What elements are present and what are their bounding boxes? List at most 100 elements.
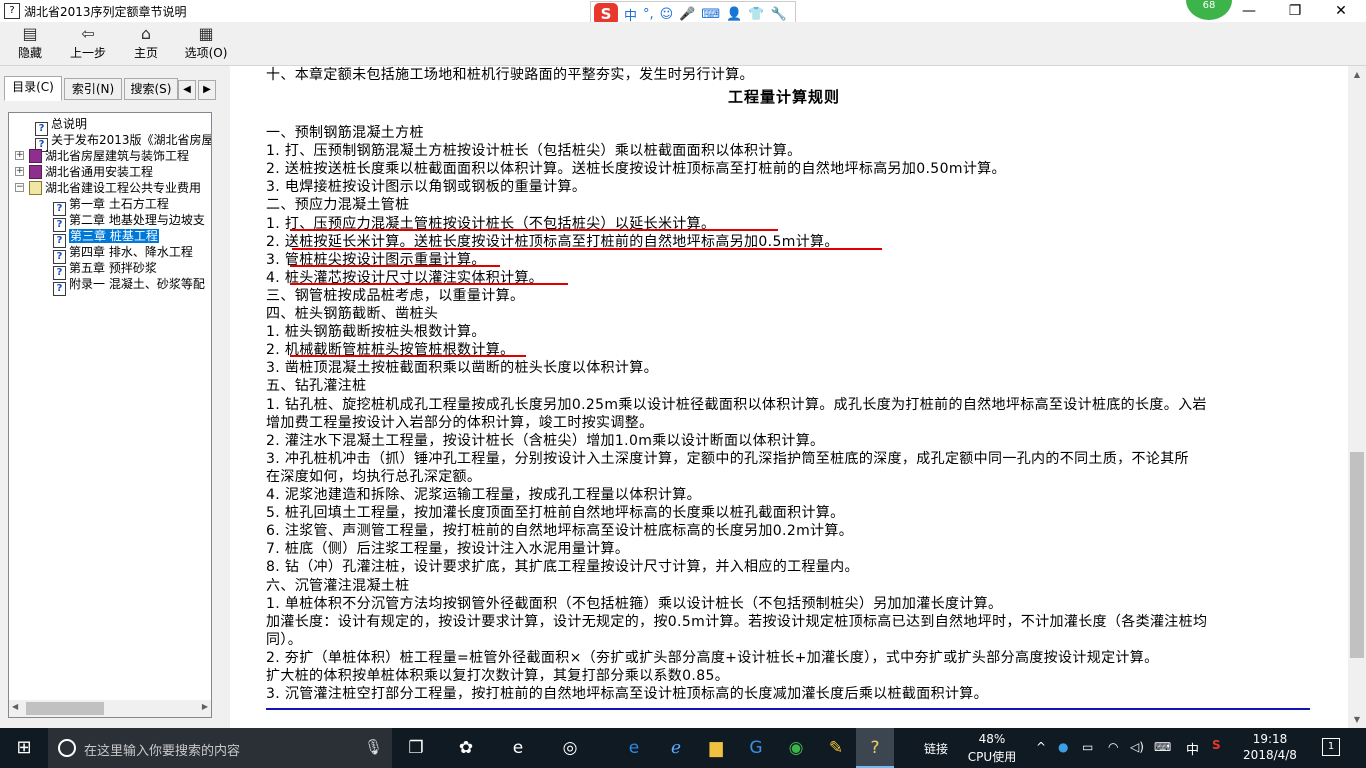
- tree-expander-icon[interactable]: +: [15, 167, 24, 176]
- ime-settings-icon[interactable]: 🔧: [771, 7, 787, 22]
- red-underline-annotation: [292, 248, 882, 250]
- input-language[interactable]: 中: [1186, 739, 1199, 758]
- ime-skin-icon[interactable]: 👕: [748, 7, 764, 22]
- tree-item[interactable]: ? 第一章 土石方工程: [53, 196, 169, 216]
- contents-tree[interactable]: ? 总说明? 关于发布2013版《湖北省房屋 + 湖北省房屋建筑与装饰工程 + 湖北省通用安…: [8, 112, 212, 718]
- tree-item[interactable]: 湖北省房屋建筑与装饰工程: [29, 148, 189, 164]
- pinwheel-app-icon[interactable]: ✿: [454, 736, 478, 760]
- options-label: 选项(O): [184, 46, 228, 60]
- tree-item[interactable]: ? 第五章 预拌砂浆: [53, 260, 157, 280]
- green-app-icon[interactable]: ◉: [784, 736, 808, 760]
- taskbar-search-placeholder: 在这里输入你要搜索的内容: [84, 744, 241, 759]
- taskbar-search[interactable]: 在这里输入你要搜索的内容 🎙: [48, 728, 392, 768]
- scroll-down-icon[interactable]: ▼: [1348, 711, 1366, 728]
- content-line: 2. 灌注水下混凝土工程量，按设计桩长（含桩尖）增加1.0m乘以设计断面以体积计…: [266, 433, 825, 449]
- clock-date[interactable]: 2018/4/8: [1240, 748, 1300, 762]
- tree-scroll-thumb[interactable]: [26, 702, 104, 715]
- tree-horizontal-scrollbar[interactable]: ◀ ▶: [9, 700, 211, 717]
- hide-button[interactable]: ▤ 隐藏: [8, 24, 52, 64]
- tree-scroll-right-icon[interactable]: ▶: [202, 702, 208, 711]
- tree-item-label: 湖北省房屋建筑与装饰工程: [45, 149, 190, 163]
- sogou-tray-icon[interactable]: S: [1212, 738, 1221, 752]
- notes-app-icon[interactable]: ✎: [824, 736, 848, 760]
- ime-voice-icon[interactable]: 🎤: [679, 7, 695, 22]
- ime-punctuation-icon[interactable]: °,: [643, 7, 654, 22]
- content-line: 六、沉管灌注混凝土桩: [266, 578, 410, 594]
- tree-item[interactable]: 湖北省建设工程公共专业费用: [29, 180, 201, 196]
- 360-browser-icon[interactable]: ◎: [558, 736, 582, 760]
- navigation-pane: 目录(C) 索引(N) 搜索(S) ◀ ▶ ? 总说明? 关于发布2013版《湖北省…: [0, 70, 226, 728]
- glodon-app-icon[interactable]: G: [744, 736, 768, 760]
- section-heading: 工程量计算规则: [728, 88, 841, 106]
- tree-expander-icon[interactable]: +: [15, 151, 24, 160]
- windows-start-icon[interactable]: ⊞: [0, 728, 48, 768]
- ime-emoji-icon[interactable]: ☺: [660, 7, 674, 22]
- tree-item[interactable]: ? 总说明: [35, 116, 87, 136]
- edge-icon[interactable]: e: [622, 736, 646, 760]
- tree-item[interactable]: ? 第四章 排水、降水工程: [53, 244, 193, 264]
- edge-browser-icon[interactable]: e: [506, 736, 530, 760]
- scroll-thumb[interactable]: [1350, 452, 1364, 658]
- ime-user-icon[interactable]: 👤: [726, 7, 742, 22]
- red-underline-annotation: [290, 229, 778, 231]
- help-app-icon: ?: [4, 3, 20, 19]
- tree-item[interactable]: ? 第三章 桩基工程: [53, 228, 159, 248]
- ime-chinese-mode[interactable]: 中: [624, 5, 637, 24]
- clock-time[interactable]: 19:18: [1246, 732, 1294, 746]
- notification-center-icon[interactable]: 1: [1322, 738, 1340, 756]
- tab-scroll-right-icon[interactable]: ▶: [198, 80, 216, 100]
- tray-app-icon[interactable]: ▭: [1082, 740, 1093, 754]
- content-scrollbar[interactable]: ▲ ▼: [1348, 66, 1366, 728]
- tree-expander-icon[interactable]: −: [15, 183, 24, 192]
- scroll-up-icon[interactable]: ▲: [1348, 66, 1366, 83]
- volume-icon[interactable]: ◁): [1130, 740, 1144, 754]
- content-line: 1. 打、压预制钢筋混凝土方桩按设计桩长（包括桩尖）乘以桩截面面积以体积计算。: [266, 143, 802, 159]
- content-line: 1. 桩头钢筋截断按桩头根数计算。: [266, 324, 486, 340]
- home-icon: ⌂: [140, 24, 152, 43]
- content-line: 2. 送桩按送桩长度乘以桩截面面积以体积计算。送桩长度按设计桩顶标高至打桩前的自…: [266, 161, 1006, 177]
- content-line: 增加费工程量按设计入岩部分的体积计算，竣工时按实调整。: [266, 415, 654, 431]
- tab-search[interactable]: 搜索(S): [124, 78, 178, 100]
- back-arrow-icon: ⇦: [81, 24, 95, 43]
- tree-item-label: 第一章 土石方工程: [69, 197, 169, 211]
- task-view-icon[interactable]: ❐: [404, 736, 428, 760]
- content-line: 扩大桩的体积按单桩体积乘以复打次数计算，其复打部分乘以系数0.85。: [266, 668, 730, 684]
- hide-label: 隐藏: [17, 46, 42, 60]
- home-button[interactable]: ⌂ 主页: [126, 24, 166, 64]
- bottom-rule: [266, 708, 1310, 710]
- help-page-icon: ?: [53, 282, 66, 296]
- tab-scroll-left-icon[interactable]: ◀: [178, 80, 196, 100]
- help-window: ? 湖北省2013序列定额章节说明 — ❐ ✕ S 中 °, ☺ 🎤 ⌨ 👤 👕…: [0, 0, 1366, 728]
- tree-scroll-left-icon[interactable]: ◀: [12, 702, 18, 711]
- content-line: 3. 电焊接桩按设计图示以角钢或钢板的重量计算。: [266, 179, 587, 195]
- tree-item-label: 关于发布2013版《湖北省房屋: [51, 133, 212, 147]
- content-line: 3. 凿桩顶混凝土按桩截面积乘以凿断的桩头长度以体积计算。: [266, 360, 658, 376]
- show-hidden-icons-icon[interactable]: ^: [1036, 740, 1046, 754]
- ime-keyboard-icon[interactable]: ⌨: [701, 7, 720, 22]
- restore-button[interactable]: ❐: [1272, 0, 1318, 22]
- options-button[interactable]: ▦ 选项(O): [180, 24, 232, 64]
- tree-item-label: 湖北省建设工程公共专业费用: [45, 181, 202, 195]
- wifi-icon[interactable]: ◠: [1108, 740, 1118, 754]
- help-toolbar: ▤ 隐藏 ⇦ 上一步 ⌂ 主页 ▦ 选项(O): [0, 22, 1366, 66]
- content-line: 1. 单桩体积不分沉管方法均按钢管外径截面积（不包括桩箍）乘以设计桩长（不包括预…: [266, 596, 1003, 612]
- tree-item[interactable]: ? 附录一 混凝土、砂浆等配: [53, 276, 205, 296]
- tab-contents[interactable]: 目录(C): [4, 76, 62, 101]
- content-line: 3. 沉管灌注桩空打部分工程量，按打桩前的自然地坪标高至设计桩顶标高的长度减加灌…: [266, 686, 989, 702]
- back-label: 上一步: [69, 46, 106, 60]
- back-button[interactable]: ⇦ 上一步: [64, 24, 112, 64]
- touch-keyboard-icon[interactable]: ⌨: [1154, 740, 1171, 754]
- help-task-button[interactable]: ?: [856, 728, 894, 768]
- microphone-icon[interactable]: 🎙: [364, 738, 383, 756]
- tree-item[interactable]: ? 关于发布2013版《湖北省房屋: [35, 132, 212, 152]
- file-explorer-icon[interactable]: ▆: [704, 736, 728, 760]
- close-button[interactable]: ✕: [1318, 0, 1364, 22]
- tree-item[interactable]: ? 第二章 地基处理与边坡支: [53, 212, 205, 232]
- content-line: 五、钻孔灌注桩: [266, 378, 367, 394]
- internet-explorer-icon[interactable]: ℯ: [664, 736, 688, 760]
- tray-link-label[interactable]: 链接: [924, 740, 948, 757]
- tree-item[interactable]: 湖北省通用安装工程: [29, 164, 153, 180]
- cloud-icon[interactable]: ●: [1058, 740, 1068, 754]
- minimize-button[interactable]: —: [1226, 0, 1272, 22]
- tab-index[interactable]: 索引(N): [64, 78, 122, 100]
